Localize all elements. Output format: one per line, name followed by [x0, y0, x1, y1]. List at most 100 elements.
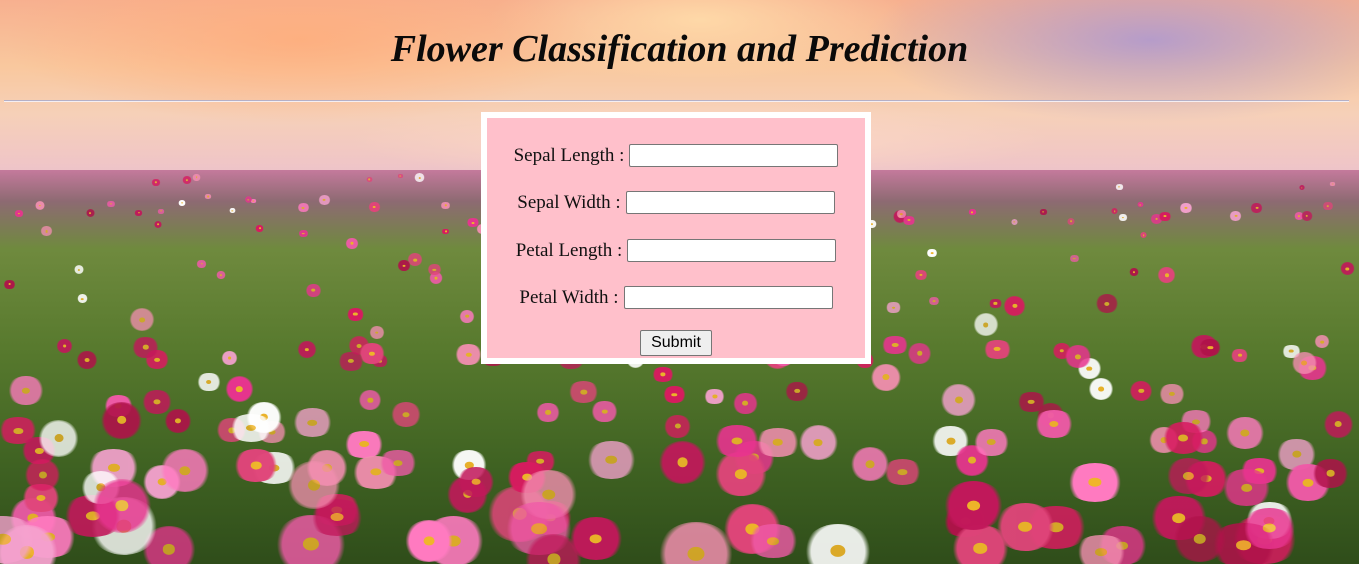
flower-decoration — [159, 448, 211, 493]
flower-decoration — [244, 196, 252, 203]
flower-decoration — [397, 260, 411, 271]
flower-decoration — [455, 467, 496, 497]
flower-decoration — [993, 503, 1057, 551]
flower-decoration — [297, 229, 310, 238]
flower-decoration — [797, 425, 839, 461]
flower-decoration — [972, 313, 999, 337]
flower-decoration — [1128, 380, 1154, 401]
flower-decoration — [1298, 184, 1306, 191]
flower-decoration — [130, 336, 161, 359]
petal-length-input[interactable] — [627, 239, 837, 262]
flower-decoration — [85, 209, 95, 217]
flower-decoration — [925, 248, 939, 257]
flower-decoration — [454, 344, 484, 365]
flower-decoration — [784, 381, 810, 401]
flower-decoration — [907, 343, 933, 364]
flower-decoration — [153, 220, 163, 228]
flower-decoration — [1323, 410, 1354, 438]
flower-decoration — [1010, 219, 1018, 225]
flower-decoration — [1160, 421, 1206, 454]
sepal-width-input[interactable] — [625, 191, 835, 214]
flower-decoration — [1117, 213, 1128, 222]
flower-decoration — [1230, 349, 1249, 362]
flower-decoration — [317, 194, 331, 205]
flower-decoration — [1322, 202, 1334, 210]
flower-decoration — [192, 173, 201, 181]
flower-decoration — [396, 173, 404, 178]
flower-decoration — [390, 402, 422, 428]
submit-button[interactable]: Submit — [640, 330, 712, 356]
flower-decoration — [971, 428, 1011, 457]
petal-width-label: Petal Width : — [519, 286, 619, 308]
flower-decoration — [358, 390, 383, 411]
flower-decoration — [1157, 267, 1176, 284]
flower-decoration — [13, 209, 25, 218]
flower-decoration — [1178, 203, 1193, 214]
flower-decoration — [1223, 416, 1266, 449]
flower-decoration — [106, 200, 116, 207]
form-panel: Sepal Length : Sepal Width : Petal Lengt… — [487, 118, 865, 358]
flower-decoration — [157, 208, 166, 214]
flower-decoration — [91, 478, 153, 533]
flower-decoration — [913, 269, 929, 280]
flower-decoration — [458, 310, 476, 323]
flower-decoration — [1064, 462, 1125, 502]
flower-decoration — [368, 202, 381, 213]
flower-decoration — [76, 351, 99, 370]
flower-decoration — [1329, 181, 1336, 187]
petal-width-input[interactable] — [623, 286, 833, 309]
petal-length-row: Petal Length : — [487, 239, 865, 262]
flower-decoration — [1003, 296, 1027, 316]
flower-decoration — [745, 524, 801, 559]
flower-decoration — [1313, 335, 1331, 349]
flower-decoration — [1066, 217, 1076, 225]
flower-decoration — [1250, 202, 1264, 214]
flower-decoration — [1111, 208, 1119, 215]
flower-decoration — [1140, 232, 1148, 239]
flower-decoration — [178, 199, 187, 207]
petal-width-row: Petal Width : — [487, 286, 865, 309]
flower-decoration — [342, 430, 386, 458]
flower-decoration — [1087, 378, 1114, 401]
sepal-width-label: Sepal Width : — [517, 191, 621, 213]
flower-decoration — [981, 339, 1013, 359]
flower-decoration — [404, 519, 454, 562]
flower-decoration — [1157, 211, 1172, 221]
flower-decoration — [368, 326, 385, 339]
flower-decoration — [344, 237, 359, 249]
flower-decoration — [38, 420, 79, 457]
flower-decoration — [535, 402, 562, 423]
flower-decoration — [345, 307, 366, 321]
sepal-length-label: Sepal Length : — [513, 144, 625, 166]
sepal-length-input[interactable] — [629, 144, 839, 167]
flower-decoration — [133, 209, 144, 217]
flower-decoration — [1310, 458, 1351, 489]
flower-decoration — [566, 381, 601, 404]
flower-decoration — [7, 375, 45, 406]
flower-decoration — [40, 226, 53, 237]
flower-decoration — [1290, 351, 1318, 375]
flower-decoration — [34, 201, 46, 210]
flower-decoration — [1165, 457, 1212, 494]
flower-decoration — [661, 386, 687, 403]
flower-decoration — [227, 413, 275, 442]
flower-decoration — [884, 301, 903, 314]
sepal-length-row: Sepal Length : — [487, 144, 865, 167]
flower-decoration — [99, 401, 144, 439]
flower-decoration — [869, 363, 902, 391]
flower-decoration — [336, 351, 366, 371]
flower-decoration — [151, 179, 162, 186]
flower-decoration — [56, 338, 74, 353]
flower-decoration — [650, 366, 675, 382]
flower-decoration — [585, 440, 638, 480]
flower-decoration — [73, 264, 85, 275]
flower-decoration — [1157, 384, 1186, 404]
flower-decoration — [1220, 469, 1273, 507]
flower-decoration — [663, 414, 692, 438]
flower-decoration — [164, 408, 193, 433]
flower-decoration — [940, 384, 977, 417]
flower-decoration — [255, 224, 265, 233]
horizontal-rule — [4, 100, 1349, 102]
flower-decoration — [731, 392, 759, 414]
flower-decoration — [1198, 339, 1223, 357]
